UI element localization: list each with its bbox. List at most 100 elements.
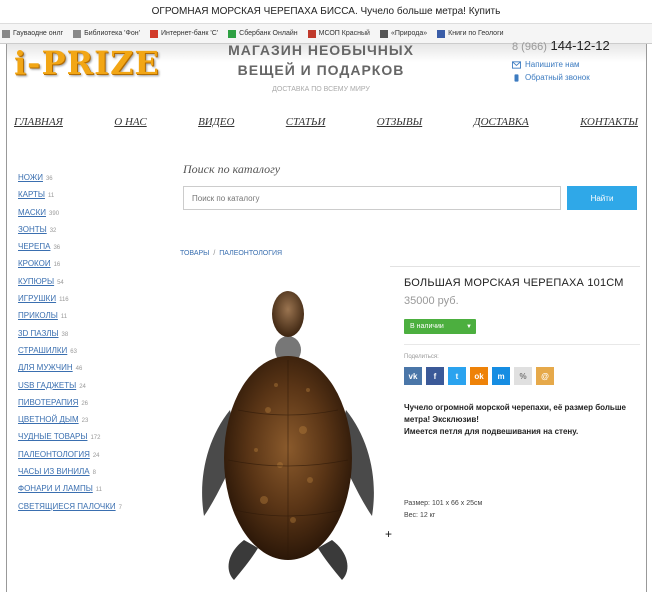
bookmark-item[interactable]: Сбербанк Онлайн xyxy=(228,29,298,38)
category-link[interactable]: USB ГАДЖЕТЫ 24 xyxy=(18,378,168,395)
phone-number[interactable]: 8 (966) 144-12-12 xyxy=(512,38,610,53)
category-count: 11 xyxy=(60,314,68,321)
write-us-link[interactable]: Напишите нам xyxy=(512,60,580,69)
category-count: 24 xyxy=(92,452,100,459)
main-navigation: ГЛАВНАЯ О НАС ВИДЕО СТАТЬИ ОТЗЫВЫ ДОСТАВ… xyxy=(14,116,638,128)
category-link[interactable]: НОЖИ 36 xyxy=(18,170,168,187)
bookmark-item[interactable]: Интернет-банк 'С' xyxy=(149,29,218,38)
callback-link[interactable]: Обратный звонок xyxy=(512,73,590,82)
bookmark-label: Книги по Геологи xyxy=(448,30,504,37)
bookmark-item[interactable]: Гауваодне онлг xyxy=(2,29,64,38)
stock-label: В наличии xyxy=(410,323,444,330)
product-divider xyxy=(404,344,640,345)
category-link[interactable]: КАРТЫ 11 xyxy=(18,187,168,204)
category-link[interactable]: МАСКИ 390 xyxy=(18,205,168,222)
bookmark-icon xyxy=(437,29,446,38)
category-name: ПИВОТЕРАПИЯ xyxy=(18,397,79,407)
category-link[interactable]: ИГРУШКИ 116 xyxy=(18,291,168,308)
category-name: ДЛЯ МУЖЧИН xyxy=(18,363,73,373)
category-link[interactable]: КУПЮРЫ 54 xyxy=(18,274,168,291)
category-link[interactable]: СВЕТЯЩИЕСЯ ПАЛОЧКИ 7 xyxy=(18,499,168,516)
nav-about[interactable]: О НАС xyxy=(114,116,146,128)
nav-reviews[interactable]: ОТЗЫВЫ xyxy=(377,116,422,128)
odnoklassniki-icon[interactable]: ok xyxy=(470,367,488,385)
category-link[interactable]: ЧУДНЫЕ ТОВАРЫ 172 xyxy=(18,429,168,446)
category-name: ПРИКОЛЫ xyxy=(18,311,58,321)
category-link[interactable]: 3D ПАЗЛЫ 38 xyxy=(18,326,168,343)
category-link[interactable]: ФОНАРИ И ЛАМПЫ 11 xyxy=(18,481,168,498)
window-title: ОГРОМНАЯ МОРСКАЯ ЧЕРЕПАХА БИССА. Чучело … xyxy=(151,6,501,17)
category-link[interactable]: ЗОНТЫ 32 xyxy=(18,222,168,239)
category-name: МАСКИ xyxy=(18,207,47,217)
nav-contacts[interactable]: КОНТАКТЫ xyxy=(580,116,638,128)
breadcrumb-root[interactable]: ТОВАРЫ xyxy=(180,250,209,257)
tagline-line-2: ВЕЩЕЙ И ПОДАРКОВ xyxy=(237,62,405,78)
twitter-icon[interactable]: t xyxy=(448,367,466,385)
nav-articles[interactable]: СТАТЬИ xyxy=(286,116,326,128)
bookmark-label: Библиотека 'Фон' xyxy=(84,30,140,37)
envelope-icon xyxy=(512,60,521,69)
category-name: 3D ПАЗЛЫ xyxy=(18,328,59,338)
write-us-label: Напишите нам xyxy=(525,60,580,69)
category-sidebar: НОЖИ 36 КАРТЫ 11 МАСКИ 390 ЗОНТЫ 32 ЧЕРЕПА 36 КРОК… xyxy=(18,170,168,516)
category-name: ПАЛЕОНТОЛОГИЯ xyxy=(18,449,90,459)
bookmark-item[interactable]: «Природа» xyxy=(379,29,428,38)
site-logo[interactable]: i-PRIZE xyxy=(14,44,160,82)
nav-home[interactable]: ГЛАВНАЯ xyxy=(14,116,63,128)
bookmark-item[interactable]: МСОП Красный xyxy=(307,29,370,38)
bookmark-item[interactable]: Книги по Геологи xyxy=(437,29,504,38)
tagline-line-1: МАГАЗИН НЕОБЫЧНЫХ xyxy=(228,42,414,58)
search-button[interactable]: Найти xyxy=(567,186,637,210)
product-image[interactable] xyxy=(198,290,378,586)
stock-button[interactable]: В наличии ▼ xyxy=(404,319,476,334)
mailru-icon[interactable]: m xyxy=(492,367,510,385)
search-input[interactable] xyxy=(183,186,561,210)
mail-icon[interactable]: @ xyxy=(536,367,554,385)
page-icon xyxy=(73,29,82,38)
mouse-cursor: + xyxy=(385,527,393,541)
category-count: 24 xyxy=(79,383,86,390)
link-icon[interactable]: % xyxy=(514,367,532,385)
description-line-2: Имеется петля для подвешивания на стену. xyxy=(404,427,579,436)
vk-icon[interactable]: vk xyxy=(404,367,422,385)
category-count: 7 xyxy=(118,504,122,511)
flag-icon xyxy=(307,29,316,38)
category-count: 8 xyxy=(92,470,96,477)
category-link[interactable]: ПАЛЕОНТОЛОГИЯ 24 xyxy=(18,447,168,464)
nav-delivery[interactable]: ДОСТАВКА xyxy=(474,116,529,128)
category-link[interactable]: ЦВЕТНОЙ ДЫМ 23 xyxy=(18,412,168,429)
category-count: 11 xyxy=(47,193,55,200)
category-count: 36 xyxy=(53,245,61,252)
category-link[interactable]: ЧЕРЕПА 36 xyxy=(18,239,168,256)
category-link[interactable]: ПИВОТЕРАПИЯ 26 xyxy=(18,395,168,412)
category-link[interactable]: КРОКОИ 16 xyxy=(18,256,168,273)
breadcrumb-separator: / xyxy=(213,250,216,257)
category-count: 16 xyxy=(53,262,61,269)
nav-video[interactable]: ВИДЕО xyxy=(198,116,234,128)
chevron-down-icon: ▼ xyxy=(466,323,472,330)
product-price: 35000 руб. xyxy=(404,295,459,307)
category-link[interactable]: СТРАШИЛКИ 63 xyxy=(18,343,168,360)
share-label: Поделиться: xyxy=(404,354,439,360)
category-name: ФОНАРИ И ЛАМПЫ xyxy=(18,484,93,494)
category-name: ЦВЕТНОЙ ДЫМ xyxy=(18,415,79,425)
bookmark-item[interactable]: Библиотека 'Фон' xyxy=(73,29,140,38)
category-link[interactable]: ПРИКОЛЫ 11 xyxy=(18,308,168,325)
category-name: НОЖИ xyxy=(18,173,43,182)
sber-icon xyxy=(228,29,237,38)
breadcrumb-current[interactable]: ПАЛЕОНТОЛОГИЯ xyxy=(219,250,282,257)
category-count: 390 xyxy=(49,210,60,217)
book-icon xyxy=(379,29,388,38)
category-name: ИГРУШКИ xyxy=(18,294,57,304)
description-line-1: Чучело огромной морской черепахи, её раз… xyxy=(404,403,626,424)
category-link[interactable]: ДЛЯ МУЖЧИН 46 xyxy=(18,360,168,377)
bookmark-label: «Природа» xyxy=(390,30,428,37)
phone-icon xyxy=(514,73,519,82)
facebook-icon[interactable]: f xyxy=(426,367,444,385)
bookmark-label: Гауваодне онлг xyxy=(13,30,64,37)
category-count: 172 xyxy=(90,435,101,442)
category-name: ЗОНТЫ xyxy=(18,224,47,234)
site-tagline: МАГАЗИН НЕОБЫЧНЫХ ВЕЩЕЙ И ПОДАРКОВ xyxy=(216,40,426,80)
phone-prefix: 8 (966) xyxy=(512,41,547,53)
category-link[interactable]: ЧАСЫ ИЗ ВИНИЛА 8 xyxy=(18,464,168,481)
